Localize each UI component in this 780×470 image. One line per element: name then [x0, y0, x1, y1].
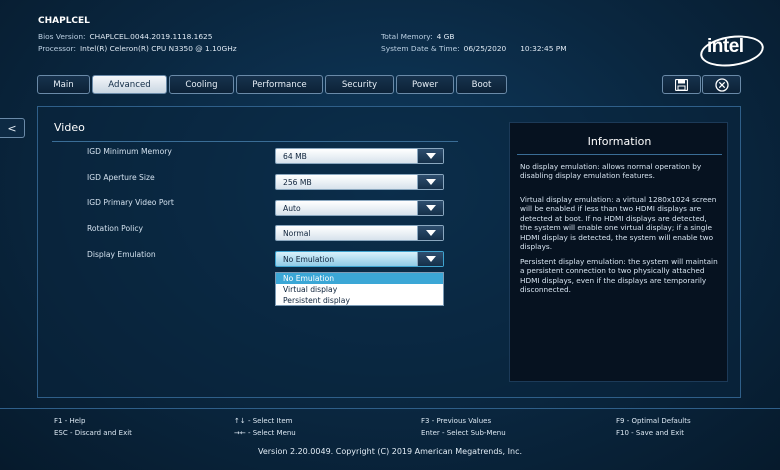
footer-save-exit: F10 - Save and Exit	[616, 429, 684, 437]
system-datetime-label: System Date & Time:	[381, 44, 460, 53]
tab-performance[interactable]: Performance	[236, 75, 323, 94]
setting-label-igd-aperture: IGD Aperture Size	[87, 173, 155, 182]
system-date-value: 06/25/2020	[463, 44, 507, 53]
dropdown-option-virtual-display[interactable]: Virtual display	[276, 284, 443, 295]
setting-label-rotation-policy: Rotation Policy	[87, 224, 144, 233]
section-divider	[52, 141, 458, 142]
igd-aperture-select[interactable]: 256 MB	[275, 174, 444, 190]
tab-power[interactable]: Power	[396, 75, 454, 94]
bios-version-label: Bios Version:	[38, 32, 86, 41]
footer-divider	[0, 408, 780, 409]
footer-optimal-defaults: F9 - Optimal Defaults	[616, 417, 691, 425]
tab-bar: Main Advanced Cooling Performance Securi…	[37, 75, 507, 94]
dropdown-option-persistent-display[interactable]: Persistent display	[276, 295, 443, 306]
footer-help: F1 - Help	[54, 417, 86, 425]
information-title: Information	[587, 135, 652, 148]
tab-security[interactable]: Security	[325, 75, 394, 94]
close-circle-icon	[714, 77, 729, 92]
dropdown-option-no-emulation[interactable]: No Emulation	[276, 273, 443, 284]
setting-label-primary-video-port: IGD Primary Video Port	[87, 198, 174, 207]
chevron-down-icon[interactable]	[417, 252, 443, 266]
processor-label: Processor:	[38, 44, 76, 53]
chevron-down-icon[interactable]	[417, 201, 443, 215]
rotation-policy-value: Normal	[283, 228, 311, 238]
chevron-down-icon[interactable]	[417, 149, 443, 163]
back-button[interactable]: <	[0, 118, 25, 138]
primary-video-port-select[interactable]: Auto	[275, 200, 444, 216]
bios-version-value: CHAPLCEL.0044.2019.1118.1625	[89, 32, 213, 41]
save-icon	[675, 78, 688, 91]
chevron-down-icon[interactable]	[417, 175, 443, 189]
bios-version-line: Bios Version: CHAPLCEL.0044.2019.1118.162…	[38, 31, 212, 43]
igd-min-memory-value: 64 MB	[283, 151, 307, 161]
copyright-text: Version 2.20.0049. Copyright (C) 2019 Am…	[257, 447, 523, 456]
footer-discard: ESC - Discard and Exit	[54, 429, 132, 437]
info-paragraph-persistent-display: Persistent display emulation: the system…	[520, 257, 718, 295]
exit-button[interactable]	[702, 75, 741, 94]
information-divider	[517, 154, 722, 155]
platform-name: CHAPLCEL	[38, 16, 90, 26]
setting-label-igd-min-memory: IGD Minimum Memory	[87, 147, 172, 156]
processor-line: Processor: Intel(R) Celeron(R) CPU N3350 …	[38, 43, 237, 55]
intel-logo: intel	[707, 36, 744, 57]
save-button[interactable]	[662, 75, 701, 94]
section-title: Video	[54, 121, 85, 134]
footer-previous-values: F3 - Previous Values	[421, 417, 492, 425]
display-emulation-value: No Emulation	[283, 254, 335, 264]
info-paragraph-no-emulation: No display emulation: allows normal oper…	[520, 162, 702, 181]
tab-cooling[interactable]: Cooling	[169, 75, 234, 94]
igd-min-memory-select[interactable]: 64 MB	[275, 148, 444, 164]
display-emulation-select[interactable]: No Emulation	[275, 251, 444, 267]
tab-main[interactable]: Main	[37, 75, 90, 94]
rotation-policy-select[interactable]: Normal	[275, 225, 444, 241]
information-panel: Information No display emulation: allows…	[509, 122, 728, 382]
footer-select-menu: →← - Select Menu	[234, 429, 296, 437]
tab-advanced[interactable]: Advanced	[92, 75, 167, 94]
igd-aperture-value: 256 MB	[283, 177, 312, 187]
chevron-down-icon[interactable]	[417, 226, 443, 240]
footer-select-item: ↑↓ - Select Item	[234, 417, 293, 425]
info-paragraph-virtual-display: Virtual display emulation: a virtual 128…	[520, 195, 717, 252]
display-emulation-dropdown: No Emulation Virtual display Persistent …	[275, 272, 444, 306]
footer-select-submenu: Enter - Select Sub-Menu	[421, 429, 506, 437]
system-time-value: 10:32:45 PM	[520, 44, 567, 53]
total-memory-label: Total Memory:	[381, 32, 433, 41]
system-datetime-line: System Date & Time: 06/25/2020 10:32:45 PM	[381, 43, 567, 55]
processor-value: Intel(R) Celeron(R) CPU N3350 @ 1.10GHz	[79, 44, 237, 53]
setting-label-display-emulation: Display Emulation	[87, 250, 156, 259]
total-memory-value: 4 GB	[436, 32, 455, 41]
tab-boot[interactable]: Boot	[456, 75, 507, 94]
total-memory-line: Total Memory: 4 GB	[381, 31, 454, 43]
primary-video-port-value: Auto	[283, 203, 301, 213]
